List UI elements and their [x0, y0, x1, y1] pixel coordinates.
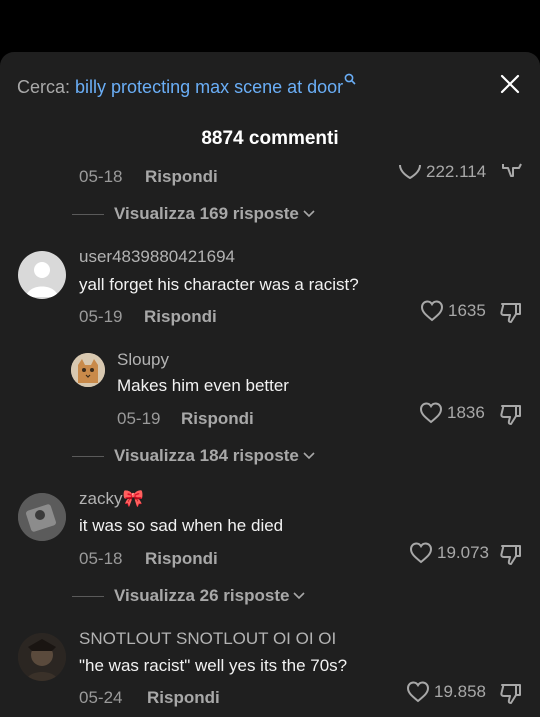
default-avatar-icon	[26, 262, 58, 297]
photo-avatar-icon	[18, 633, 66, 681]
dislike-icon[interactable]	[499, 300, 523, 324]
search-query-link[interactable]: billy protecting max scene at door	[75, 77, 343, 97]
avatar[interactable]	[18, 251, 66, 299]
chevron-down-icon	[303, 452, 315, 460]
comment-username[interactable]: Sloupy	[117, 350, 169, 370]
avatar[interactable]	[18, 633, 66, 681]
comment-username[interactable]: zacky🎀	[79, 489, 144, 509]
divider	[72, 213, 104, 215]
reply-button[interactable]: Rispondi	[147, 688, 220, 708]
like-count: 1635	[448, 301, 486, 320]
divider	[72, 455, 104, 457]
comments-count-title: 8874 commenti	[201, 128, 339, 149]
search-label: Cerca:	[17, 77, 71, 97]
dislike-icon[interactable]	[499, 402, 523, 426]
comment-date: 05-19	[117, 409, 161, 428]
like-button[interactable]: 1836	[419, 402, 485, 424]
comment-date: 05-19	[79, 307, 123, 326]
search-icon	[344, 73, 356, 85]
photo-avatar-icon	[18, 493, 66, 541]
divider	[72, 595, 104, 597]
like-count: 19.073	[437, 543, 489, 562]
like-count: 19.858	[434, 682, 486, 701]
chevron-down-icon	[293, 592, 306, 600]
dislike-icon[interactable]	[500, 162, 524, 178]
view-replies-button[interactable]: Visualizza 26 risposte	[72, 586, 306, 606]
avatar[interactable]	[71, 353, 105, 387]
comment-date: 05-18	[79, 167, 123, 186]
comment-text: Makes him even better	[117, 376, 289, 395]
comment-text: yall forget his character was a racist?	[79, 275, 359, 294]
cat-avatar-icon	[71, 353, 105, 387]
search-row[interactable]: Cerca: billy protecting max scene at doo…	[17, 73, 356, 98]
comment-date: 05-18	[79, 549, 123, 568]
reply-button[interactable]: Rispondi	[145, 167, 218, 187]
dislike-icon[interactable]	[499, 542, 523, 566]
view-replies-label: Visualizza 169 risposte	[114, 204, 299, 223]
heart-icon	[420, 300, 444, 322]
comments-sheet: Cerca: billy protecting max scene at doo…	[0, 52, 540, 717]
like-button[interactable]: 19.073	[409, 542, 489, 564]
heart-icon	[399, 165, 421, 179]
heart-icon	[419, 402, 443, 424]
comment-text: it was so sad when he died	[79, 516, 284, 535]
dislike-icon[interactable]	[499, 681, 523, 705]
comment-date: 05-24	[79, 688, 123, 707]
heart-icon	[406, 681, 430, 703]
reply-button[interactable]: Rispondi	[145, 549, 218, 569]
comment-username[interactable]: user4839880421694	[79, 247, 235, 267]
heart-icon	[409, 542, 433, 564]
comment-username[interactable]: SNOTLOUT SNOTLOUT OI OI OI	[79, 629, 336, 649]
like-count: 1836	[447, 403, 485, 422]
view-replies-label: Visualizza 26 risposte	[114, 586, 290, 605]
comment-text: "he was racist" well yes its the 70s?	[79, 656, 348, 675]
chevron-down-icon	[303, 210, 315, 218]
reply-button[interactable]: Rispondi	[181, 409, 254, 429]
view-replies-button[interactable]: Visualizza 169 risposte	[72, 204, 315, 224]
like-button[interactable]: 222.114	[398, 162, 486, 182]
like-button[interactable]: 19.858	[406, 681, 486, 703]
view-replies-button[interactable]: Visualizza 184 risposte	[72, 446, 315, 466]
avatar[interactable]	[18, 493, 66, 541]
like-count: 222.114	[426, 162, 487, 181]
close-icon[interactable]	[498, 72, 522, 96]
like-button[interactable]: 1635	[420, 300, 486, 322]
view-replies-label: Visualizza 184 risposte	[114, 446, 299, 465]
reply-button[interactable]: Rispondi	[144, 307, 217, 327]
